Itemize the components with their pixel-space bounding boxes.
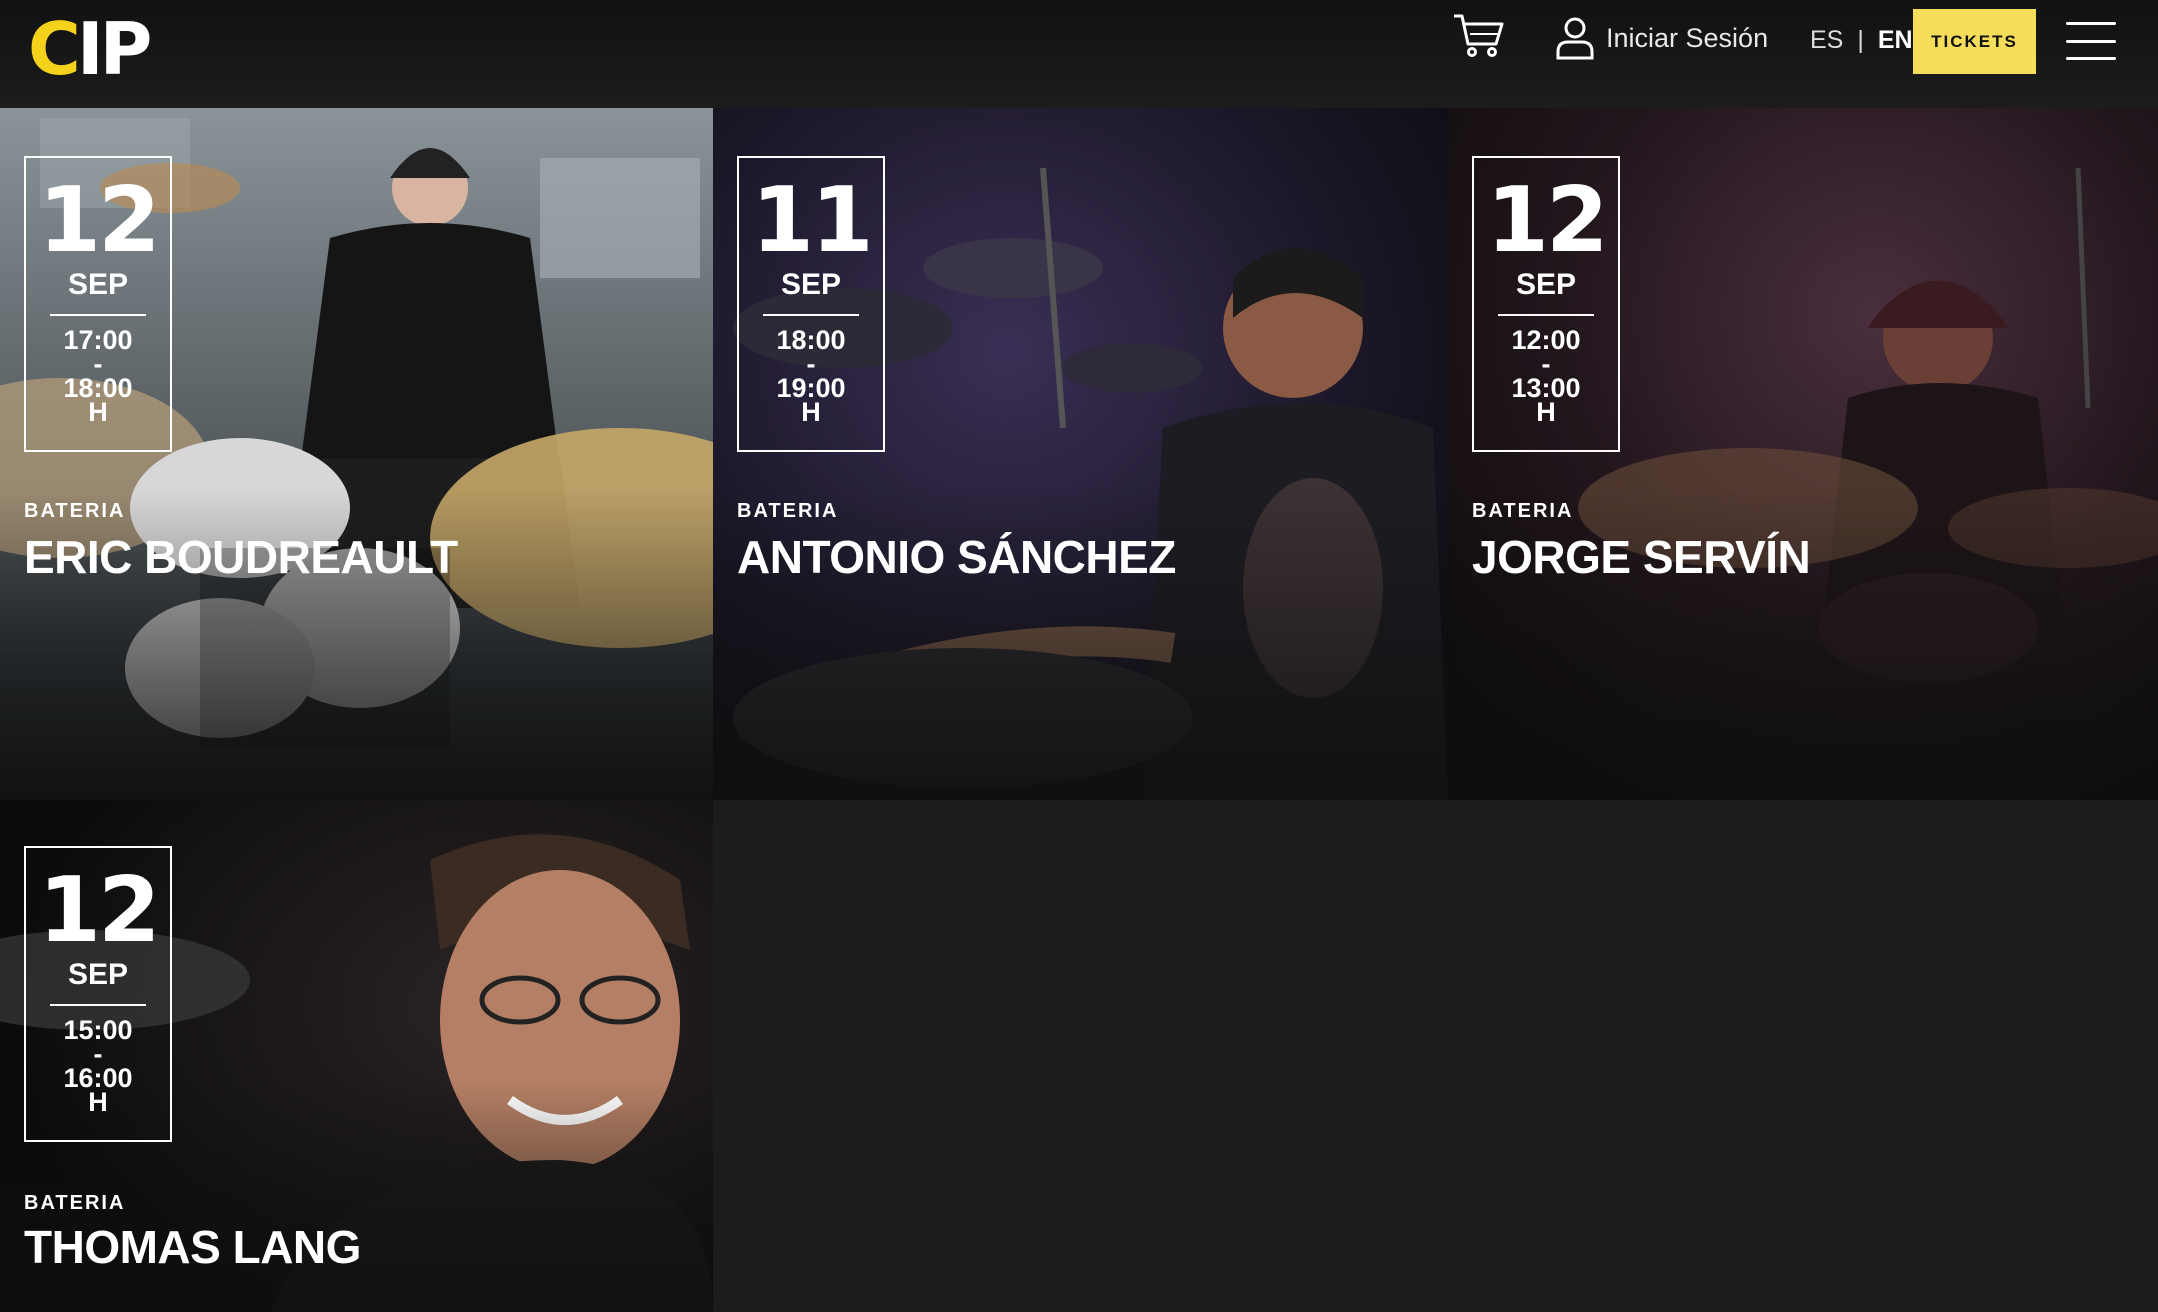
- date-box: 12 SEP 17:00 - 18:00 H: [24, 156, 172, 452]
- event-category: BATERIA: [24, 500, 126, 522]
- language-switcher: ES | EN: [1810, 22, 1913, 58]
- event-day: 12: [38, 858, 160, 963]
- hamburger-menu-icon[interactable]: [2066, 22, 2116, 60]
- tickets-button[interactable]: TICKETS: [1913, 9, 2036, 74]
- lang-en[interactable]: EN: [1878, 26, 1913, 55]
- date-box: 11 SEP 18:00 - 19:00 H: [737, 156, 885, 452]
- artist-name[interactable]: THOMAS LANG: [24, 1220, 361, 1274]
- event-month: SEP: [67, 958, 129, 991]
- event-month: SEP: [780, 268, 842, 301]
- divider: [50, 1004, 146, 1006]
- time-unit: H: [1536, 397, 1556, 427]
- cart-icon[interactable]: [1452, 12, 1504, 58]
- event-month: SEP: [1515, 268, 1577, 301]
- artist-name[interactable]: ERIC BOUDREAULT: [24, 530, 458, 584]
- event-day: 12: [1486, 168, 1608, 273]
- lang-separator: |: [1857, 25, 1864, 54]
- user-icon: [1556, 17, 1594, 60]
- artist-name[interactable]: ANTONIO SÁNCHEZ: [737, 530, 1176, 584]
- event-category: BATERIA: [737, 500, 839, 522]
- divider: [1498, 314, 1594, 316]
- event-card-thomas-lang[interactable]: 12 SEP 15:00 - 16:00 H BATERIA THOMAS LA…: [0, 800, 713, 1312]
- event-card-eric-boudreault[interactable]: 12 SEP 17:00 - 18:00 H BATERIA ERIC BOUD…: [0, 108, 713, 800]
- event-month: SEP: [67, 268, 129, 301]
- event-day: 11: [751, 168, 873, 273]
- cip-logo[interactable]: CIP: [28, 7, 152, 91]
- divider: [763, 314, 859, 316]
- logo-text: CIP: [28, 7, 152, 91]
- date-box: 12 SEP 15:00 - 16:00 H: [24, 846, 172, 1142]
- time-unit: H: [801, 397, 821, 427]
- event-day: 12: [38, 168, 160, 273]
- time-unit: H: [88, 397, 108, 427]
- time-unit: H: [88, 1087, 108, 1117]
- artist-name[interactable]: JORGE SERVÍN: [1472, 530, 1811, 584]
- login-link[interactable]: Iniciar Sesión: [1556, 8, 1768, 68]
- empty-grid-area: [713, 800, 2158, 1312]
- event-card-antonio-sanchez[interactable]: 11 SEP 18:00 - 19:00 H BATERIA ANTONIO S…: [713, 108, 1448, 800]
- login-label: Iniciar Sesión: [1606, 22, 1769, 53]
- event-card-jorge-servin[interactable]: 12 SEP 12:00 - 13:00 H BATERIA JORGE SER…: [1448, 108, 2158, 800]
- event-category: BATERIA: [1472, 500, 1574, 522]
- lang-es[interactable]: ES: [1810, 26, 1843, 55]
- site-header: CIP Iniciar Sesión ES | EN TICKETS: [0, 0, 2158, 108]
- date-box: 12 SEP 12:00 - 13:00 H: [1472, 156, 1620, 452]
- event-category: BATERIA: [24, 1192, 126, 1214]
- divider: [50, 314, 146, 316]
